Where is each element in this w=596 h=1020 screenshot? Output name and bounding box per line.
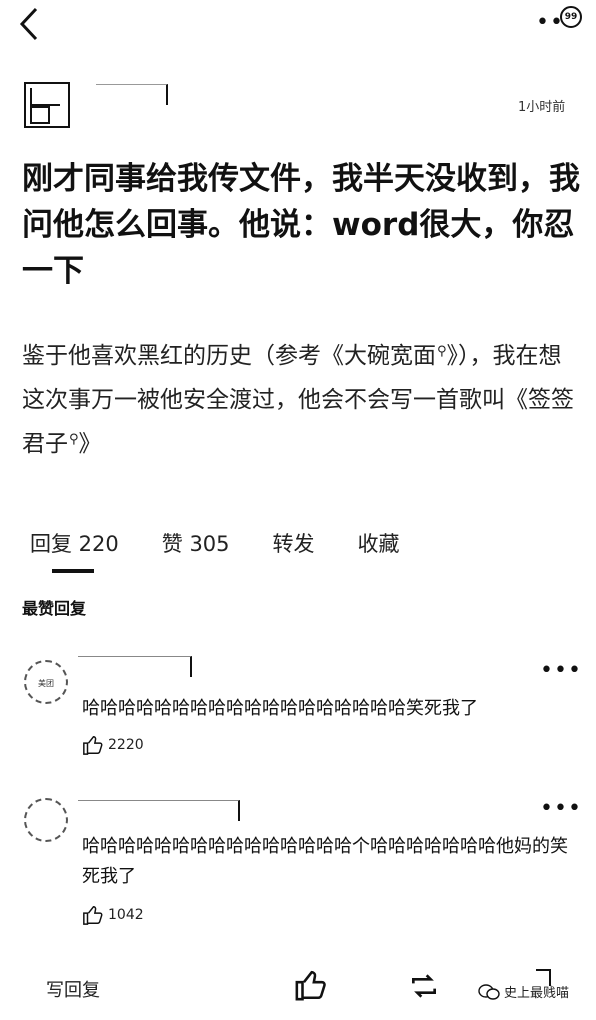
notification-badge: 99 [560, 6, 582, 28]
thumbs-up-icon [83, 905, 103, 925]
section-label: 最赞回复 [22, 599, 87, 618]
commenter-name-redacted[interactable] [78, 656, 192, 677]
like-post-button[interactable] [294, 968, 328, 1006]
post-body-text: 鉴于他喜欢黑红的历史（参考《大碗宽面 [22, 343, 436, 369]
commenter-avatar[interactable] [24, 798, 68, 842]
comment-text: 哈哈哈哈哈哈哈哈哈哈哈哈哈哈哈个哈哈哈哈哈哈哈他妈的笑死我了 [82, 836, 568, 887]
thumbs-up-icon [295, 970, 326, 1001]
post-tabs: 回复 220 赞 305 转发 收藏 [30, 528, 443, 558]
post-title: 刚才同事给我传文件，我半天没收到，我问他怎么回事。他说：word很大，你忍一下 [22, 161, 580, 289]
like-count: 1042 [108, 907, 144, 923]
commenter-avatar[interactable]: 美团 [24, 660, 68, 704]
back-button[interactable] [14, 6, 54, 46]
thumbs-up-icon [83, 735, 103, 755]
wechat-icon [478, 983, 500, 1000]
write-reply-button[interactable]: 写回复 [46, 976, 100, 1002]
active-tab-indicator [52, 569, 94, 573]
comment-text: 哈哈哈哈哈哈哈哈哈哈哈哈哈哈哈哈哈哈笑死我了 [82, 698, 478, 719]
comment-more-icon[interactable]: ••• [540, 798, 582, 820]
like-count: 2220 [108, 737, 144, 753]
search-icon[interactable]: ⚲ [437, 330, 447, 374]
comment-more-icon[interactable]: ••• [540, 660, 582, 682]
post-body-text: 》 [78, 431, 102, 457]
more-options-button[interactable]: ••• 99 [530, 6, 582, 36]
post-body: 鉴于他喜欢黑红的历史（参考《大碗宽面⚲》），我在想这次事万一被他安全渡过，他会不… [22, 334, 582, 466]
repost-button[interactable] [408, 970, 440, 1006]
commenter-name-redacted[interactable] [78, 800, 240, 821]
tab-reposts[interactable]: 转发 [273, 528, 315, 558]
search-icon[interactable]: ⚲ [69, 418, 79, 462]
chevron-left-icon [19, 7, 38, 41]
comment-like-button[interactable]: 2220 [82, 734, 144, 756]
tab-favorites[interactable]: 收藏 [358, 528, 400, 558]
post-time: 1小时前 [518, 100, 566, 115]
watermark: 史上最贱喵 [478, 982, 569, 1001]
tab-likes[interactable]: 赞 305 [162, 528, 230, 558]
repost-icon [412, 974, 436, 998]
tab-replies[interactable]: 回复 220 [30, 528, 119, 558]
comment-like-button[interactable]: 1042 [82, 904, 144, 926]
author-name-redacted[interactable] [96, 84, 168, 105]
watermark-text: 史上最贱喵 [504, 986, 570, 1001]
author-avatar[interactable] [24, 82, 70, 128]
